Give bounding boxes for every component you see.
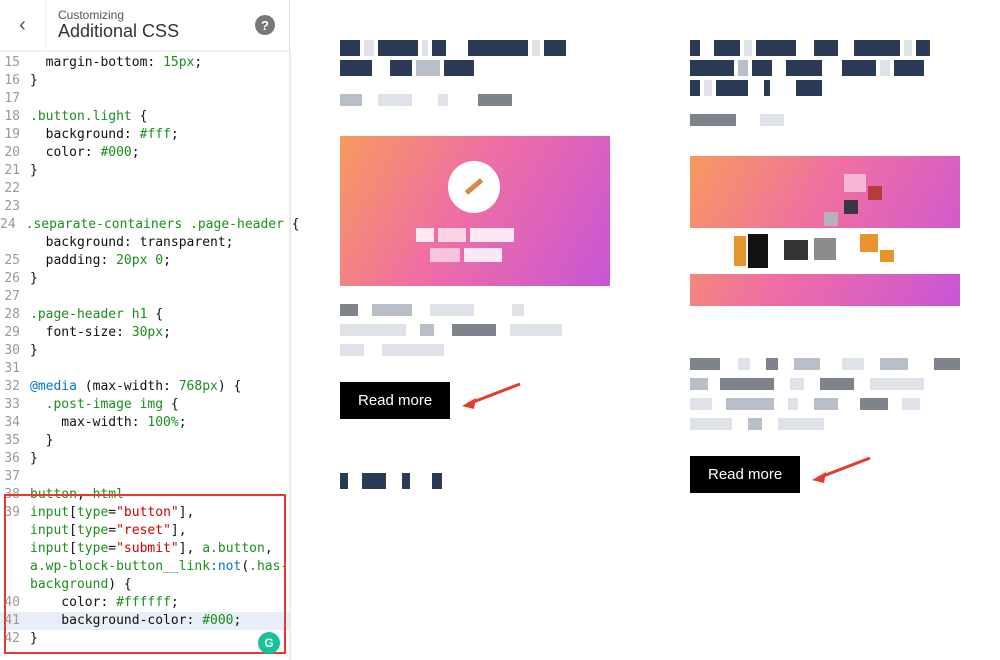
code-line[interactable]: 26} [0,270,290,288]
sidebar-header: ‹ Customizing Additional CSS ? [0,0,290,50]
customizer-sidebar: ‹ Customizing Additional CSS ? 15 margin… [0,0,290,660]
pixelated-title [340,40,620,76]
annotation-arrow-icon [460,382,530,402]
read-more-button[interactable]: Read more [340,382,450,419]
code-line[interactable]: 18.button.light { [0,108,290,126]
pixelated-meta [690,114,970,130]
code-line[interactable]: 21} [0,162,290,180]
pixelated-title [340,473,620,489]
code-line[interactable]: 36} [0,450,290,468]
pixelated-meta [340,94,620,110]
back-button[interactable]: ‹ [0,0,46,50]
code-line[interactable]: 27 [0,288,290,306]
code-line[interactable]: 39input[type="button"], [0,504,290,522]
read-more-button[interactable]: Read more [690,456,800,493]
header-supertitle: Customizing [58,9,255,22]
code-line[interactable]: 35 } [0,432,290,450]
post-card: Read more [690,40,970,493]
code-line[interactable]: 40 color: #ffffff; [0,594,290,612]
pixelated-excerpt [690,358,970,434]
post-thumbnail[interactable] [690,156,960,306]
post-thumbnail[interactable] [340,136,610,286]
code-line[interactable]: 17 [0,90,290,108]
code-line[interactable]: 34 max-width: 100%; [0,414,290,432]
help-button[interactable]: ? [255,15,275,35]
code-line[interactable]: 38button, html [0,486,290,504]
code-line[interactable]: 15 margin-bottom: 15px; [0,54,290,72]
annotation-arrow-icon [810,456,880,476]
code-line[interactable]: 19 background: #fff; [0,126,290,144]
code-line[interactable]: 23 [0,198,290,216]
code-line[interactable]: a.wp-block-button__link:not(.has- [0,558,290,576]
code-line[interactable]: 30} [0,342,290,360]
grammarly-badge[interactable]: G [258,632,280,654]
post-card: Read more [340,40,620,493]
pixelated-excerpt [340,304,620,360]
code-line[interactable]: 37 [0,468,290,486]
code-line[interactable]: 25 padding: 20px 0; [0,252,290,270]
code-line[interactable]: 31 [0,360,290,378]
code-line[interactable]: 22 [0,180,290,198]
code-line[interactable]: 42} [0,630,290,648]
pixelated-title [690,40,970,96]
code-line[interactable]: 16} [0,72,290,90]
code-line[interactable]: background) { [0,576,290,594]
code-line[interactable]: background: transparent; [0,234,290,252]
site-preview: Read more [290,0,1000,660]
code-line[interactable]: 28.page-header h1 { [0,306,290,324]
code-line[interactable]: 41 background-color: #000; [0,612,290,630]
css-editor[interactable]: 15 margin-bottom: 15px;16}1718.button.li… [0,52,290,660]
header-title: Additional CSS [58,22,255,42]
code-line[interactable]: input[type="submit"], a.button, [0,540,290,558]
code-line[interactable]: 20 color: #000; [0,144,290,162]
code-line[interactable]: 32@media (max-width: 768px) { [0,378,290,396]
code-line[interactable]: 24.separate-containers .page-header { [0,216,290,234]
code-line[interactable]: input[type="reset"], [0,522,290,540]
code-line[interactable]: 33 .post-image img { [0,396,290,414]
code-line[interactable]: 29 font-size: 30px; [0,324,290,342]
